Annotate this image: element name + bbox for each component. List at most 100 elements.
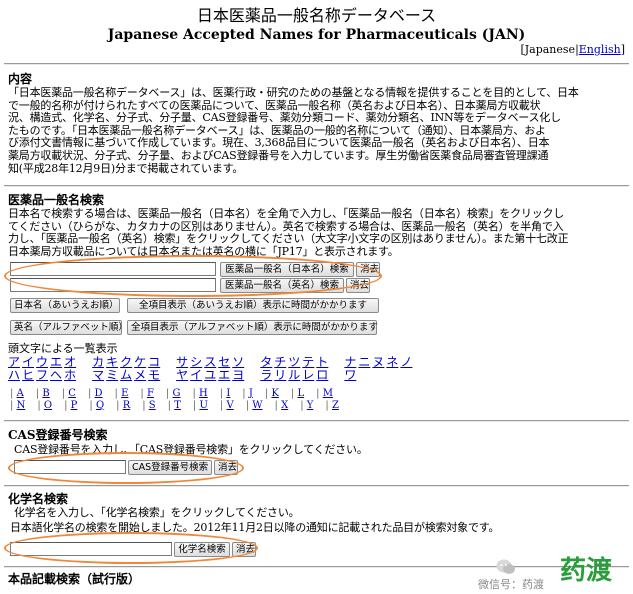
page-title-jp: 日本医薬品一般名称データベース bbox=[196, 6, 437, 25]
kana-index-link[interactable]: ツ bbox=[288, 355, 300, 369]
alpha-index-link[interactable]: K bbox=[271, 388, 278, 399]
alpha-index-link[interactable]: T bbox=[174, 400, 181, 411]
kana-index-link[interactable]: セ bbox=[218, 355, 230, 369]
kana-index-link[interactable]: ス bbox=[204, 355, 216, 369]
kana-index-link[interactable]: ロ bbox=[316, 368, 328, 382]
kana-index-link[interactable]: ク bbox=[120, 355, 132, 369]
kana-index-link[interactable]: ユ bbox=[204, 368, 216, 382]
divider bbox=[4, 185, 629, 187]
alpha-index-link[interactable]: D bbox=[95, 388, 103, 399]
alpha-index-link[interactable]: A bbox=[17, 388, 24, 399]
kana-index-link[interactable]: ノ bbox=[400, 355, 412, 369]
kana-index-link[interactable]: フ bbox=[36, 368, 48, 382]
alpha-index-link[interactable]: S bbox=[149, 400, 156, 411]
alpha-index-link[interactable]: Q bbox=[96, 400, 104, 411]
divider bbox=[4, 63, 629, 65]
kana-index-link[interactable]: モ bbox=[148, 368, 160, 382]
kana-index-link[interactable]: テ bbox=[302, 355, 314, 369]
kana-index-link[interactable]: オ bbox=[64, 355, 76, 369]
kana-index-link[interactable]: イ bbox=[190, 368, 202, 382]
kana-index-link[interactable]: マ bbox=[92, 368, 104, 382]
chem-search-heading: 化学名検索 bbox=[8, 492, 69, 506]
alpha-index-link[interactable]: J bbox=[249, 388, 253, 399]
kana-index-link[interactable]: ウ bbox=[36, 355, 48, 369]
kana-index-link[interactable]: イ bbox=[22, 355, 34, 369]
kana-index-link[interactable]: ラ bbox=[260, 368, 272, 382]
kana-index-link[interactable]: リ bbox=[274, 368, 286, 382]
alpha-index-link[interactable]: W bbox=[252, 400, 262, 411]
alpha-index-link[interactable]: H bbox=[199, 388, 208, 399]
kana-index-link[interactable]: シ bbox=[190, 355, 202, 369]
alpha-index-link[interactable]: N bbox=[17, 400, 26, 411]
name-search-instructions: 日本名で検索する場合は、医薬品一般名（日本名）を全角で入力し、「医薬品一般名（日… bbox=[8, 207, 628, 258]
kana-index-link[interactable]: レ bbox=[302, 368, 314, 382]
alpha-index-link[interactable]: R bbox=[123, 400, 131, 411]
kana-index-link[interactable]: ネ bbox=[386, 355, 398, 369]
kana-index-link[interactable]: ヘ bbox=[50, 368, 62, 382]
alpha-index-link[interactable]: O bbox=[44, 400, 52, 411]
kana-index-link[interactable]: エ bbox=[218, 368, 230, 382]
alpha-index-link[interactable]: P bbox=[71, 400, 78, 411]
divider bbox=[4, 566, 629, 568]
kana-index-link[interactable]: ム bbox=[120, 368, 132, 382]
kana-index-link[interactable]: ミ bbox=[106, 368, 118, 382]
alpha-index-link[interactable]: E bbox=[121, 388, 128, 399]
en-list-button[interactable]: 英名（アルファベット順） bbox=[10, 320, 128, 335]
kana-index-link[interactable]: ヤ bbox=[176, 368, 188, 382]
chem-search-instruction: 化学名を入力し、「化学名検索」をクリックしてください。 bbox=[14, 506, 300, 519]
language-switcher: [Japanese|English] bbox=[520, 43, 625, 57]
kana-index-link[interactable]: コ bbox=[148, 355, 160, 369]
alpha-separator: | bbox=[37, 400, 44, 411]
kana-index-link[interactable]: チ bbox=[274, 355, 286, 369]
lang-english-link[interactable]: English bbox=[579, 43, 621, 56]
alpha-index-link[interactable]: I bbox=[226, 388, 230, 399]
alpha-separator: | bbox=[10, 388, 17, 399]
alpha-index-link[interactable]: X bbox=[281, 400, 288, 411]
kana-index-link[interactable]: ナ bbox=[344, 355, 356, 369]
alpha-separator: | bbox=[316, 388, 323, 399]
alpha-index-link[interactable]: F bbox=[147, 388, 154, 399]
kana-index-link[interactable]: ケ bbox=[134, 355, 146, 369]
alpha-index-link[interactable]: V bbox=[226, 400, 233, 411]
instruction-line: 力し、「医薬品一般名（英名）検索」をクリックしてください（大文字小文字の区別はあ… bbox=[8, 232, 569, 246]
alpha-index-link[interactable]: C bbox=[68, 388, 76, 399]
alpha-index-link[interactable]: U bbox=[199, 400, 207, 411]
alpha-index-row-2: | N | O | P | Q | R | S | T | U | V | W | X | Y | Z bbox=[10, 400, 351, 412]
page-title-en: Japanese Accepted Names for Pharmaceutic… bbox=[107, 27, 526, 43]
alpha-index-link[interactable]: G bbox=[172, 388, 180, 399]
kana-index-link[interactable]: ヒ bbox=[22, 368, 34, 382]
kana-index-link[interactable]: ニ bbox=[358, 355, 370, 369]
kana-index-link[interactable]: カ bbox=[92, 355, 104, 369]
jp-all-list-button[interactable]: 全項目表示（あいうえお順）表示に時間がかかります bbox=[127, 298, 379, 313]
kana-index-link[interactable]: ト bbox=[316, 355, 328, 369]
highlight-oval bbox=[4, 532, 258, 564]
kana-index-link[interactable]: サ bbox=[176, 355, 188, 369]
alpha-index-link[interactable]: Z bbox=[332, 400, 339, 411]
alpha-separator: | bbox=[10, 400, 17, 411]
alpha-index-link[interactable]: L bbox=[297, 388, 304, 399]
kana-index-link[interactable]: ア bbox=[8, 355, 20, 369]
kana-index-link[interactable]: ル bbox=[288, 368, 300, 382]
kana-index-link[interactable]: メ bbox=[134, 368, 146, 382]
alpha-separator: | bbox=[325, 400, 332, 411]
kana-index-link[interactable]: ヨ bbox=[232, 368, 244, 382]
alpha-index-link[interactable]: M bbox=[323, 388, 333, 399]
en-all-list-button[interactable]: 全項目表示（アルファベット順）表示に時間がかかります bbox=[127, 320, 378, 335]
kana-index-link[interactable]: タ bbox=[260, 355, 272, 369]
kana-index-row-2: ハヒフヘホ マミムメモ ヤイユエヨ ラリルレロ ワ bbox=[8, 369, 372, 382]
alpha-index-link[interactable]: Y bbox=[307, 400, 314, 411]
kana-index-link[interactable]: エ bbox=[50, 355, 62, 369]
alpha-index-link[interactable]: B bbox=[42, 388, 49, 399]
divider bbox=[4, 485, 629, 487]
jp-list-button[interactable]: 日本名（あいうえお順） bbox=[10, 298, 120, 313]
watermark-account-text: 微信号：药渡 bbox=[478, 578, 544, 591]
kana-index-link[interactable]: キ bbox=[106, 355, 118, 369]
alpha-separator: | bbox=[116, 400, 123, 411]
kana-index-link[interactable]: ヌ bbox=[372, 355, 384, 369]
alpha-separator: | bbox=[242, 388, 249, 399]
kana-index-link[interactable]: ハ bbox=[8, 368, 20, 382]
kana-index-link[interactable]: ワ bbox=[344, 368, 356, 382]
intro-line: 「日本医薬品一般名称データベース」は、医薬行政・研究のための基盤となる情報を提供… bbox=[8, 86, 579, 99]
kana-index-link[interactable]: ソ bbox=[232, 355, 244, 369]
kana-index-link[interactable]: ホ bbox=[64, 368, 76, 382]
